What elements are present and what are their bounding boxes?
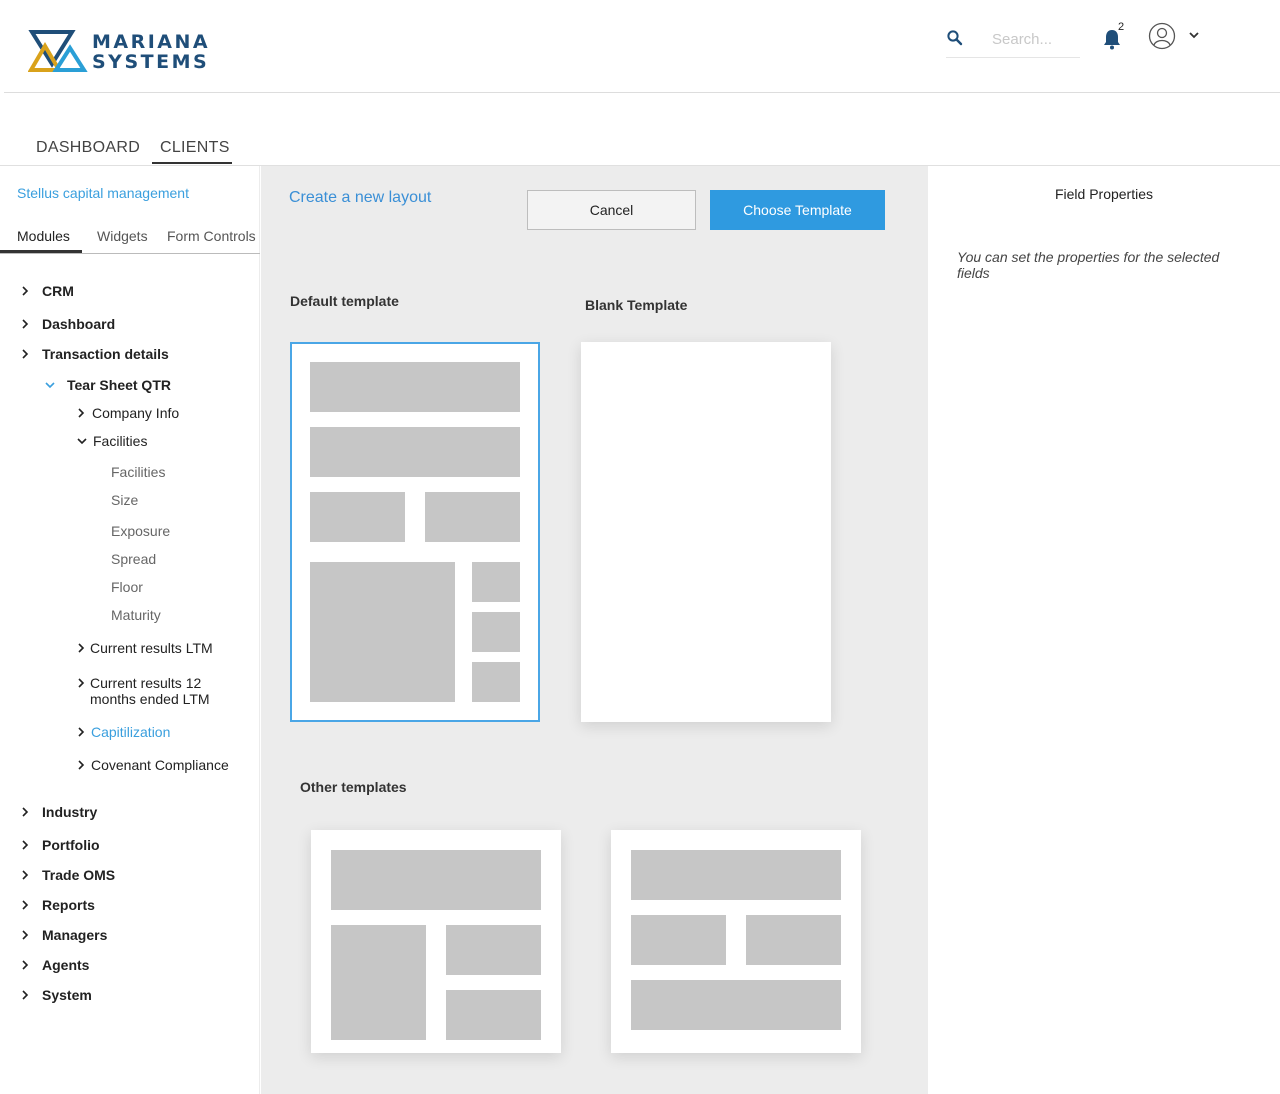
search-box[interactable]	[946, 28, 1080, 58]
placeholder-block	[331, 850, 541, 910]
chevron-right-icon	[78, 760, 85, 770]
chevron-right-icon	[22, 840, 29, 850]
tree-item-label: Capitilization	[91, 724, 171, 740]
chevron-down-icon[interactable]	[1188, 30, 1200, 40]
chevron-right-icon	[78, 727, 85, 737]
chevron-right-icon	[22, 900, 29, 910]
sidebar-tabs: Modules Widgets Form Controls	[0, 228, 260, 254]
other-template-card-2[interactable]	[611, 830, 861, 1053]
tab-modules[interactable]: Modules	[17, 228, 70, 244]
tree-item-label: Covenant Compliance	[91, 757, 229, 773]
tree-item-label: Company Info	[92, 405, 180, 421]
default-template-card[interactable]	[290, 342, 540, 722]
tree-item-label: System	[42, 987, 92, 1003]
chevron-right-icon	[78, 643, 85, 653]
tree-item-label: Facilities	[93, 433, 148, 449]
notification-count: 2	[1118, 21, 1125, 33]
placeholder-block	[310, 562, 455, 702]
active-tab-indicator	[152, 162, 232, 164]
panel-title: Field Properties	[1054, 186, 1154, 202]
chevron-right-icon	[22, 286, 29, 296]
placeholder-block	[331, 925, 426, 1040]
sidebar: Stellus capital management Modules Widge…	[0, 166, 260, 1094]
tree-item-label: Transaction details	[42, 346, 169, 362]
chevron-down-icon	[77, 438, 87, 445]
tree-item-label: Agents	[42, 957, 90, 973]
placeholder-block	[631, 850, 841, 900]
search-icon[interactable]	[946, 29, 964, 47]
tree-item-label-line-1: Current results 12	[90, 675, 202, 691]
choose-template-button[interactable]: Choose Template	[710, 190, 885, 230]
tree-item-label: Tear Sheet QTR	[67, 377, 171, 393]
client-name-link[interactable]: Stellus capital management	[17, 185, 189, 201]
placeholder-block	[472, 662, 520, 702]
placeholder-block	[310, 362, 520, 412]
logo-wordmark: MARIANA SYSTEMS	[92, 32, 210, 72]
tree-item-label: Reports	[42, 897, 95, 913]
placeholder-block	[310, 427, 520, 477]
placeholder-block	[472, 612, 520, 652]
tree-item-label: Industry	[42, 804, 98, 820]
placeholder-block	[472, 562, 520, 602]
chevron-right-icon	[22, 960, 29, 970]
user-avatar-icon[interactable]	[1148, 22, 1176, 50]
logo-line-2: SYSTEMS	[92, 51, 210, 73]
blank-template-card[interactable]	[581, 342, 831, 722]
tree-item-label: Trade OMS	[42, 867, 116, 883]
blank-template-label: Blank Template	[585, 297, 688, 313]
mariana-systems-logo[interactable]: MARIANA SYSTEMS	[28, 30, 218, 74]
field-properties-panel: Field Properties You can set the propert…	[928, 166, 1280, 1094]
tab-dashboard[interactable]: DASHBOARD	[36, 139, 140, 157]
field-maturity[interactable]: Maturity	[111, 607, 161, 623]
field-size[interactable]: Size	[111, 492, 138, 508]
tab-clients[interactable]: CLIENTS	[160, 139, 230, 157]
tab-widgets[interactable]: Widgets	[97, 228, 148, 244]
app-header: MARIANA SYSTEMS 2	[0, 0, 1280, 93]
chevron-right-icon	[78, 408, 85, 418]
create-new-layout-link[interactable]: Create a new layout	[289, 189, 431, 207]
placeholder-block	[631, 915, 726, 965]
chevron-right-icon	[22, 319, 29, 329]
tab-form-controls[interactable]: Form Controls	[167, 228, 256, 244]
logo-line-1: MARIANA	[92, 31, 211, 53]
other-template-card-1[interactable]	[311, 830, 561, 1053]
logo-mark-icon	[28, 30, 88, 72]
default-template-label: Default template	[290, 293, 399, 309]
field-facilities[interactable]: Facilities	[111, 464, 165, 480]
tree-item-label: Current results LTM	[90, 640, 213, 656]
chevron-right-icon	[22, 990, 29, 1000]
chevron-right-icon	[22, 807, 29, 817]
chevron-down-icon	[45, 382, 55, 389]
field-exposure[interactable]: Exposure	[111, 523, 170, 539]
chevron-right-icon	[78, 678, 85, 688]
tree-item-label-line-2: months ended LTM	[90, 691, 210, 707]
placeholder-block	[425, 492, 520, 542]
tree-item-label: Dashboard	[42, 316, 116, 332]
chevron-right-icon	[22, 349, 29, 359]
placeholder-block	[446, 925, 541, 975]
tree-item-label: CRM	[42, 283, 74, 299]
tree-item-label: Portfolio	[42, 837, 100, 853]
placeholder-block	[746, 915, 841, 965]
template-canvas: Create a new layout Cancel Choose Templa…	[261, 166, 928, 1094]
chevron-right-icon	[22, 870, 29, 880]
field-floor[interactable]: Floor	[111, 579, 143, 595]
chevron-right-icon	[22, 930, 29, 940]
search-input[interactable]	[992, 28, 1080, 50]
placeholder-block	[310, 492, 405, 542]
header-divider	[4, 92, 1280, 93]
panel-hint: You can set the properties for the selec…	[957, 249, 1220, 281]
placeholder-block	[446, 990, 541, 1040]
tree-item-label: Managers	[42, 927, 108, 943]
sidebar-active-tab-indicator	[0, 250, 82, 253]
field-spread[interactable]: Spread	[111, 551, 156, 567]
placeholder-block	[631, 980, 841, 1030]
other-templates-label: Other templates	[300, 779, 407, 795]
cancel-button[interactable]: Cancel	[527, 190, 696, 230]
